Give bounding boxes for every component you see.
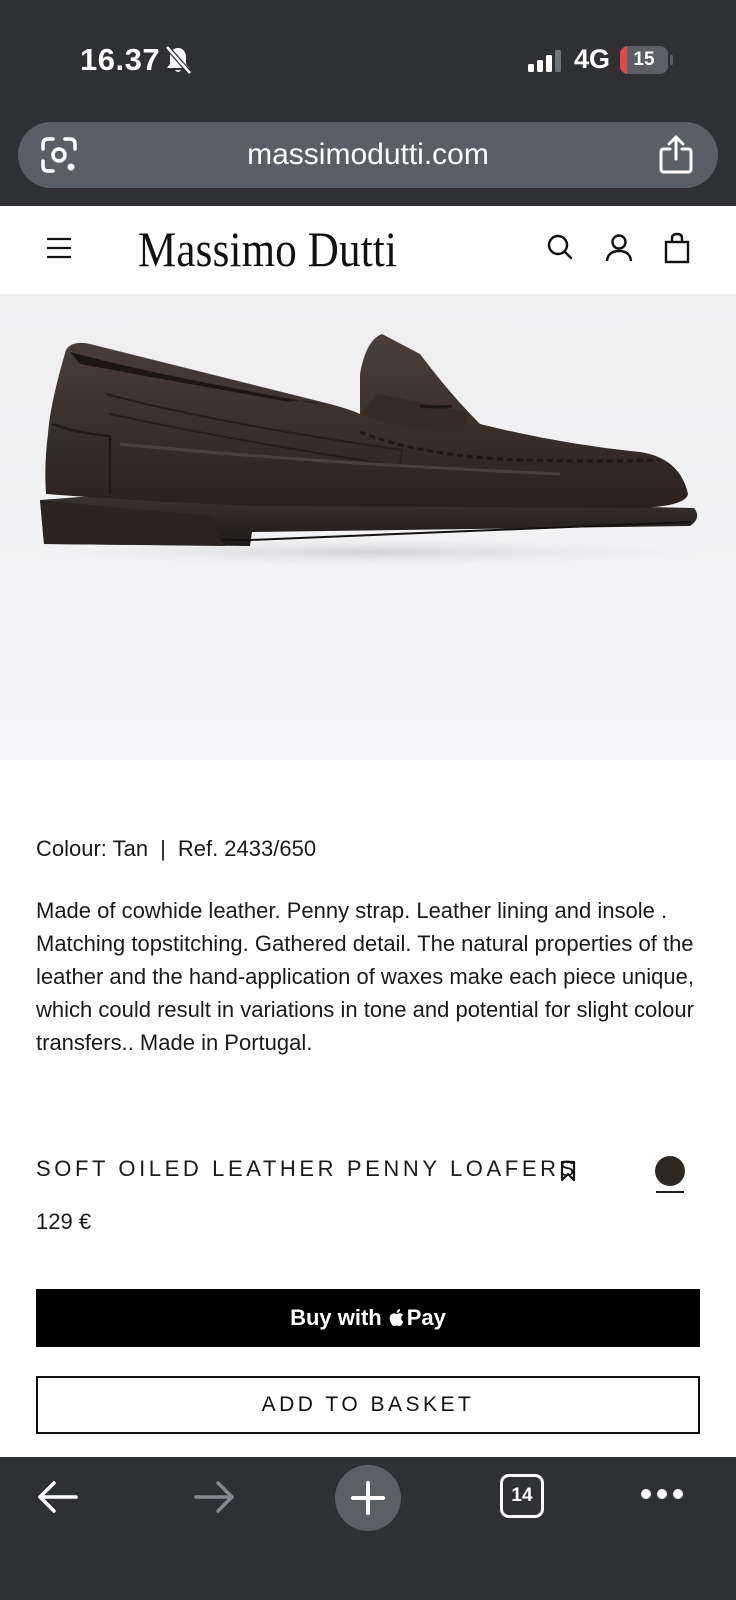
plus-icon [351,1481,385,1515]
colour-swatch[interactable] [655,1156,685,1186]
more-icon[interactable] [640,1487,684,1501]
buy-with-label: Buy with [290,1305,382,1330]
bell-muted-icon [165,45,192,75]
product-image[interactable] [0,294,736,760]
pay-label: Pay [406,1305,446,1330]
tabs-icon[interactable]: 14 [500,1474,544,1518]
colour-label: Colour: Tan [36,836,149,861]
browser-bottom-toolbar: 14 [0,1457,736,1600]
meta-separator: | [160,836,166,861]
brand-logo[interactable]: Massimo Dutti [138,220,397,278]
browser-toolbar: massimodutti.com [0,112,736,206]
forward-icon[interactable] [192,1477,236,1517]
back-icon[interactable] [36,1477,80,1517]
bookmark-icon[interactable] [560,1160,576,1182]
account-icon[interactable] [604,232,634,264]
apple-icon [389,1308,403,1326]
battery-percent: 15 [633,49,655,70]
product-meta: Colour: Tan | Ref. 2433/650 [36,836,316,862]
product-reference: Ref. 2433/650 [177,836,317,861]
loafer-illustration [30,334,710,566]
product-description: Made of cowhide leather. Penny strap. Le… [36,898,695,1055]
apple-pay-button[interactable]: Buy with Pay [36,1289,700,1347]
status-bar: 16.37 4G 15 [0,0,736,112]
network-type: 4G [574,44,611,74]
battery-icon: 15 [620,46,668,74]
address-bar[interactable]: massimodutti.com [18,122,718,188]
swatch-selected-indicator [656,1191,684,1193]
add-to-basket-button[interactable]: ADD TO BASKET [36,1376,700,1434]
status-time: 16.37 [80,42,161,77]
product-name: SOFT OILED LEATHER PENNY LOAFERS [36,1156,578,1181]
battery-nub [670,55,673,65]
signal-icon [528,50,561,72]
new-tab-button[interactable] [335,1465,401,1531]
site-header: Massimo Dutti [0,206,736,294]
url-text[interactable]: massimodutti.com [18,138,718,172]
product-price: 129 € [36,1209,92,1234]
bag-icon[interactable] [662,232,692,264]
menu-icon[interactable] [46,236,72,260]
search-icon[interactable] [545,232,575,264]
share-icon[interactable] [658,134,694,174]
